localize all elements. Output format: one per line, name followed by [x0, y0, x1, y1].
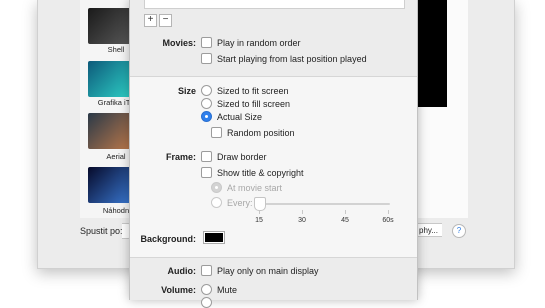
volume-option-partial[interactable]	[201, 297, 212, 308]
slider-tick	[388, 210, 389, 214]
size-actual-option[interactable]: Actual Size	[201, 111, 262, 122]
slider-tick	[302, 210, 303, 214]
play-random-option[interactable]: Play in random order	[201, 37, 301, 48]
add-button[interactable]: +	[144, 14, 157, 27]
size-fill-option[interactable]: Sized to fill screen	[201, 98, 290, 109]
thumbnail-aerial[interactable]	[88, 113, 134, 149]
every-slider-track[interactable]	[261, 203, 390, 205]
slider-tick-label: 15	[255, 217, 263, 224]
hot-corners-button[interactable]: phy...	[414, 223, 442, 237]
slider-tick-label: 30	[298, 217, 306, 224]
checkbox[interactable]	[201, 151, 212, 162]
background-color-well[interactable]	[203, 231, 225, 244]
every-slider-knob[interactable]	[254, 197, 266, 211]
size-fit-option[interactable]: Sized to fit screen	[201, 85, 289, 96]
play-main-display-option[interactable]: Play only on main display	[201, 265, 319, 276]
movie-list[interactable]	[144, 0, 405, 9]
checkbox[interactable]	[201, 167, 212, 178]
show-title-option[interactable]: Show title & copyright	[201, 167, 304, 178]
every-option[interactable]: Every:	[211, 197, 253, 208]
radio-button-disabled[interactable]	[211, 197, 222, 208]
radio-button[interactable]	[201, 85, 212, 96]
radio-button-disabled[interactable]	[211, 182, 222, 193]
radio-button[interactable]	[201, 98, 212, 109]
radio-button-selected[interactable]	[201, 111, 212, 122]
thumbnail-nahodny[interactable]	[88, 167, 134, 203]
draw-border-option[interactable]: Draw border	[201, 151, 267, 162]
remove-button[interactable]: −	[159, 14, 172, 27]
background-label: Background:	[140, 234, 196, 244]
movies-label: Movies:	[162, 38, 196, 48]
slider-tick-label: 60s	[382, 217, 394, 224]
preview-image	[414, 0, 447, 107]
checkbox[interactable]	[201, 37, 212, 48]
options-sheet: + − Movies: Play in random order Start p…	[129, 0, 418, 308]
volume-label: Volume:	[161, 285, 196, 295]
radio-button[interactable]	[201, 284, 212, 295]
mute-option[interactable]: Mute	[201, 284, 237, 295]
color-swatch	[205, 233, 223, 242]
checkbox[interactable]	[201, 53, 212, 64]
frame-label: Frame:	[165, 152, 196, 162]
slider-tick-label: 45	[341, 217, 349, 224]
checkbox[interactable]	[201, 265, 212, 276]
random-position-option[interactable]: Random position	[211, 127, 295, 138]
size-label: Size	[177, 86, 196, 96]
checkbox[interactable]	[211, 127, 222, 138]
audio-label: Audio:	[167, 266, 197, 276]
help-button[interactable]: ?	[452, 224, 466, 238]
at-movie-start-option[interactable]: At movie start	[211, 182, 282, 193]
start-last-position-option[interactable]: Start playing from last position played	[201, 53, 367, 64]
slider-tick	[345, 210, 346, 214]
slider-tick	[259, 210, 260, 214]
radio-button[interactable]	[201, 297, 212, 308]
